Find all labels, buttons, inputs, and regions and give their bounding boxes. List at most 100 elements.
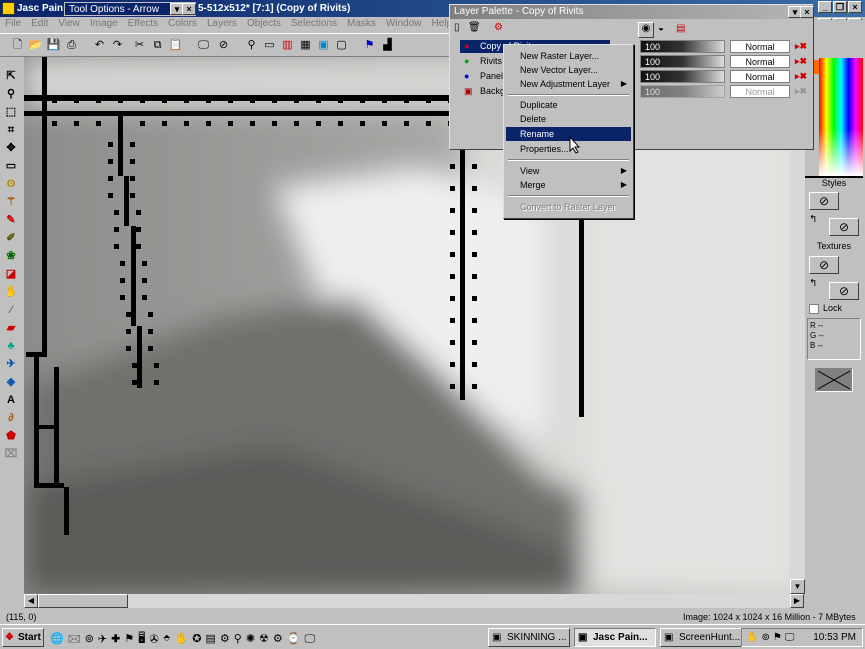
eraser-tool-icon[interactable]: ▰ (3, 320, 19, 336)
deformation-tool-icon[interactable]: ⬚ (3, 104, 19, 120)
scroll-left-button[interactable]: ◀ (24, 594, 38, 608)
full-screen-icon[interactable]: 🖵 (196, 38, 211, 53)
start-button[interactable]: ❖ Start (2, 628, 44, 647)
layer-group-tab-icon[interactable]: ▤ (676, 23, 685, 34)
selection-tool-icon[interactable]: ▭ (3, 158, 19, 174)
fill-texture-swatch[interactable]: ⊘ (829, 282, 859, 300)
swap-textures-icon[interactable]: ↰ (809, 278, 817, 289)
layer-visibility-tab-icon[interactable]: ◉ (638, 22, 654, 38)
paste-icon[interactable]: 📋 (168, 38, 183, 53)
lock-checkbox[interactable] (809, 304, 819, 314)
layer-opacity-slider[interactable]: 100 (640, 55, 725, 68)
cut-icon[interactable]: ✂ (132, 38, 147, 53)
layer-blend-mode[interactable]: Normal (730, 85, 790, 98)
menu-selections[interactable]: Selections (286, 17, 342, 31)
open-folder-icon[interactable]: 📂 (28, 38, 43, 53)
horizontal-scroll-thumb[interactable] (38, 594, 128, 608)
stroke-texture-swatch[interactable]: ⊘ (809, 256, 839, 274)
color-replacer-tool-icon[interactable]: ◪ (3, 266, 19, 282)
menu-image[interactable]: Image (85, 17, 123, 31)
menu-item-duplicate[interactable]: Duplicate (506, 98, 631, 112)
clone-brush-tool-icon[interactable]: ❀ (3, 248, 19, 264)
layer-opacity-slider[interactable]: 100 (640, 70, 725, 83)
menu-edit[interactable]: Edit (26, 17, 53, 31)
swap-styles-icon[interactable]: ↰ (809, 214, 817, 225)
overview-window-icon[interactable]: ▢ (334, 38, 349, 53)
context-help-icon[interactable]: ⚑ (362, 38, 377, 53)
tool-palette-toggle-icon[interactable]: ▭ (262, 38, 277, 53)
delete-layer-icon[interactable]: 🗑 (468, 22, 481, 33)
horizontal-scrollbar[interactable]: ◀ ▶ (24, 594, 804, 608)
undo-icon[interactable]: ↶ (92, 38, 107, 53)
script-icon[interactable]: ▟ (380, 38, 395, 53)
magic-wand-tool-icon[interactable]: ⚚ (3, 194, 19, 210)
airbrush-tool-icon[interactable]: ✈ (3, 356, 19, 372)
preset-shapes-tool-icon[interactable]: ⬟ (3, 428, 19, 444)
layer-palette-close-button[interactable]: × (800, 6, 814, 18)
tray-icons[interactable]: ✋⊚⚑🖵 (746, 629, 797, 646)
app-minimize-button[interactable]: _ (818, 1, 832, 13)
quick-launch-icons[interactable]: 🌐🖂⊚✈✚⚑🖥✇⬘✋✪▤⚙⚲✺☢⚙⌚🖵 (50, 630, 319, 649)
menu-view[interactable]: View (53, 17, 85, 31)
text-tool-icon[interactable]: A (3, 392, 19, 408)
picture-tube-tool-icon[interactable]: ♣ (3, 338, 19, 354)
paint-brush-tool-icon[interactable]: ✐ (3, 230, 19, 246)
taskbar-button-screenhunter[interactable]: ▣ ScreenHunt... (660, 628, 742, 647)
menu-file[interactable]: File (0, 17, 26, 31)
menu-window[interactable]: Window (381, 17, 427, 31)
copy-icon[interactable]: ⧉ (150, 38, 165, 53)
object-selector-tool-icon[interactable]: ⌧ (3, 446, 19, 462)
arrow-tool-icon[interactable]: ⇱ (3, 68, 19, 84)
layer-opacity-slider[interactable]: 100 (640, 40, 725, 53)
tool-options-close-button[interactable]: × (182, 3, 196, 15)
save-icon[interactable]: 💾 (46, 38, 61, 53)
menu-item-merge[interactable]: Merge ▶ (506, 178, 631, 192)
taskbar-button-jasc-paint[interactable]: ▣ Jasc Pain... (574, 628, 656, 647)
menu-item-view[interactable]: View ▶ (506, 164, 631, 178)
layer-lock-icon[interactable]: ▸✖ (792, 40, 810, 53)
new-file-icon[interactable]: 🗋 (10, 38, 25, 53)
redo-icon[interactable]: ↷ (110, 38, 125, 53)
retouch-tool-icon[interactable]: ✋ (3, 284, 19, 300)
app-close-button[interactable]: × (848, 1, 862, 13)
menu-objects[interactable]: Objects (242, 17, 286, 31)
zoom-tool-icon[interactable]: ⚲ (3, 86, 19, 102)
fill-style-swatch[interactable]: ⊘ (829, 218, 859, 236)
layer-blend-mode[interactable]: Normal (730, 55, 790, 68)
tool-options-toggle-icon[interactable]: ⚲ (244, 38, 259, 53)
menu-colors[interactable]: Colors (163, 17, 202, 31)
scratch-remover-tool-icon[interactable]: ⁄ (3, 302, 19, 318)
menu-item-new-vector-layer[interactable]: New Vector Layer... (506, 63, 631, 77)
menu-layers[interactable]: Layers (202, 17, 242, 31)
menu-item-new-adjustment-layer[interactable]: New Adjustment Layer ▶ (506, 77, 631, 91)
layer-mask-tab-icon[interactable]: ◒ (658, 23, 664, 34)
menu-item-delete[interactable]: Delete (506, 112, 631, 126)
layer-options-icon[interactable]: ⚙ (494, 22, 503, 33)
layer-lock-icon[interactable]: ▸✖ (792, 55, 810, 68)
color-palette-toggle-icon[interactable]: ▥ (280, 38, 295, 53)
scroll-right-button[interactable]: ▶ (790, 594, 804, 608)
crop-tool-icon[interactable]: ⌗ (3, 122, 19, 138)
freehand-tool-icon[interactable]: ʘ (3, 176, 19, 192)
stroke-style-swatch[interactable]: ⊘ (809, 192, 839, 210)
layer-opacity-slider[interactable]: 100 (640, 85, 725, 98)
menu-item-new-raster-layer[interactable]: New Raster Layer... (506, 49, 631, 63)
scroll-down-button[interactable]: ▼ (790, 579, 805, 594)
taskbar-button-skinning[interactable]: ▣ SKINNING ... (488, 628, 570, 647)
mover-tool-icon[interactable]: ✥ (3, 140, 19, 156)
new-layer-icon[interactable]: ▯ (454, 22, 460, 33)
flood-fill-tool-icon[interactable]: ◈ (3, 374, 19, 390)
layer-blend-mode[interactable]: Normal (730, 40, 790, 53)
histogram-icon[interactable]: ▦ (298, 38, 313, 53)
menu-effects[interactable]: Effects (123, 17, 163, 31)
layer-blend-mode[interactable]: Normal (730, 70, 790, 83)
layer-lock-icon[interactable]: ▸✖ (792, 85, 810, 98)
dropper-tool-icon[interactable]: ✎ (3, 212, 19, 228)
normal-viewing-icon[interactable]: ⊘ (216, 38, 231, 53)
app-restore-button[interactable]: ❐ (833, 1, 847, 13)
draw-tool-icon[interactable]: ∂ (3, 410, 19, 426)
layer-palette-toggle-icon[interactable]: ▣ (316, 38, 331, 53)
color-picker-spectrum[interactable] (819, 58, 863, 176)
print-icon[interactable]: ⎙ (64, 38, 79, 53)
menu-masks[interactable]: Masks (342, 17, 381, 31)
